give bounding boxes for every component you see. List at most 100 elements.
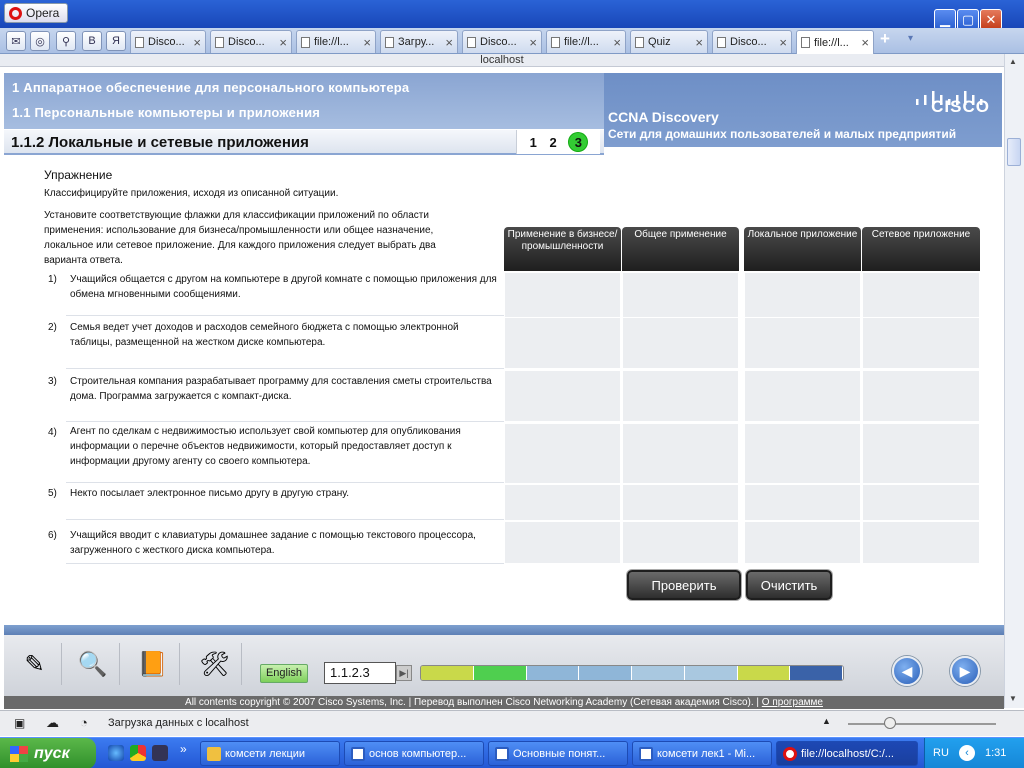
panel-toggle-icon[interactable]: ▣ [14, 716, 25, 730]
yandex-icon[interactable]: Я [106, 31, 126, 51]
check-button[interactable]: Проверить [627, 570, 741, 600]
answer-cell[interactable] [622, 484, 739, 521]
browser-tab[interactable]: file://l... × [546, 30, 626, 53]
tab-close-icon[interactable]: × [529, 35, 541, 50]
zoom-menu-icon[interactable]: ▲ [822, 716, 831, 726]
tab-close-icon[interactable]: × [279, 35, 291, 50]
tab-close-icon[interactable]: × [695, 35, 707, 50]
taskbar-item[interactable]: Основные понят... [488, 741, 628, 766]
browser-tab[interactable]: Disco... × [130, 30, 206, 53]
browser-tab[interactable]: file://l... × [296, 30, 376, 53]
scroll-down-arrow-icon[interactable]: ▼ [1009, 694, 1017, 703]
browser-tab-active[interactable]: file://l... × [796, 30, 874, 54]
opera-menu-button[interactable]: Opera [4, 3, 68, 23]
answer-cell[interactable] [862, 484, 980, 521]
answer-cell[interactable] [504, 370, 621, 422]
language-button[interactable]: English [260, 664, 308, 683]
zoom-slider[interactable] [848, 723, 996, 725]
search-widget-icon[interactable]: ⚲ [56, 31, 76, 51]
answer-cell[interactable] [622, 370, 739, 422]
clear-button[interactable]: Очистить [746, 570, 832, 600]
answer-cell[interactable] [862, 370, 980, 422]
progress-segment[interactable] [684, 666, 738, 680]
previous-page-arrow-icon[interactable]: ◀ [892, 656, 922, 686]
taskbar-item[interactable]: комсети лек1 - Mi... [632, 741, 772, 766]
answer-cell[interactable] [622, 272, 739, 320]
start-button[interactable]: пуск [0, 738, 96, 768]
answer-cell[interactable] [744, 317, 861, 369]
answer-cell[interactable] [862, 272, 980, 320]
cloud-icon[interactable]: ☁ [46, 715, 59, 731]
opera-link-icon[interactable]: ◎ [30, 31, 50, 51]
answer-cell[interactable] [862, 317, 980, 369]
mail-icon[interactable]: ✉ [6, 31, 26, 51]
tray-arrow-icon[interactable]: ‹ [959, 745, 975, 761]
browser-tab[interactable]: Quiz × [630, 30, 708, 53]
about-link[interactable]: О программе [762, 697, 823, 708]
page-icon [215, 36, 224, 48]
tab-close-icon[interactable]: × [193, 35, 205, 50]
speed-dial-gauge-icon[interactable]: ◔ [80, 715, 88, 730]
search-magnifier-icon[interactable]: 🔍 [66, 643, 120, 685]
browser-tab[interactable]: Disco... × [210, 30, 292, 53]
page-link-2[interactable]: 2 [549, 135, 556, 150]
taskbar-item[interactable]: основ компьютер... [344, 741, 484, 766]
taskbar-item[interactable]: комсети лекции [200, 741, 340, 766]
vertical-scrollbar[interactable]: ▲ ▼ [1004, 54, 1024, 708]
browser-tab[interactable]: Disco... × [712, 30, 792, 53]
progress-segment[interactable] [526, 666, 580, 680]
progress-segment[interactable] [737, 666, 791, 680]
go-to-section-icon[interactable]: ▶| [396, 665, 412, 681]
answer-cell[interactable] [744, 484, 861, 521]
answer-cell[interactable] [744, 272, 861, 320]
answer-cell[interactable] [622, 521, 739, 564]
browser-tab[interactable]: Загру... × [380, 30, 458, 53]
vk-icon[interactable]: B [82, 31, 102, 51]
answer-cell[interactable] [744, 521, 861, 564]
answer-cell[interactable] [622, 423, 739, 484]
section-number-input[interactable]: 1.1.2.3 [324, 662, 396, 684]
answer-cell[interactable] [504, 272, 621, 320]
maximize-button[interactable]: ▢ [957, 9, 979, 30]
chrome-icon[interactable] [130, 745, 146, 761]
tab-close-icon[interactable]: × [613, 35, 625, 50]
progress-segment[interactable] [421, 666, 474, 680]
answer-cell[interactable] [744, 423, 861, 484]
close-window-button[interactable]: ✕ [980, 9, 1002, 30]
minimize-button[interactable]: ▁ [934, 9, 956, 30]
tab-close-icon[interactable]: × [445, 35, 457, 50]
new-tab-button[interactable]: + [880, 29, 890, 49]
tab-close-icon[interactable]: × [861, 35, 873, 50]
progress-segment[interactable] [790, 666, 843, 680]
progress-segment[interactable] [473, 666, 527, 680]
page-link-current[interactable]: 3 [569, 133, 588, 151]
tab-list-chevron-icon[interactable]: ▾ [908, 33, 913, 44]
scrollbar-thumb[interactable] [1007, 138, 1021, 166]
answer-cell[interactable] [862, 423, 980, 484]
language-indicator[interactable]: RU [933, 747, 949, 759]
progress-segment[interactable] [579, 666, 632, 680]
tools-icon[interactable]: 🛠 [188, 643, 242, 685]
answer-cell[interactable] [504, 317, 621, 369]
book-icon[interactable]: 📙 [126, 643, 180, 685]
answer-cell[interactable] [744, 370, 861, 422]
media-player-icon[interactable] [152, 745, 168, 761]
answer-cell[interactable] [862, 521, 980, 564]
answer-cell[interactable] [622, 317, 739, 369]
zoom-slider-knob[interactable] [884, 717, 896, 729]
answer-cell[interactable] [504, 484, 621, 521]
answer-cell[interactable] [504, 521, 621, 564]
tab-close-icon[interactable]: × [779, 35, 791, 50]
answer-cell[interactable] [504, 423, 621, 484]
page-link-1[interactable]: 1 [530, 135, 537, 150]
tab-close-icon[interactable]: × [363, 35, 375, 50]
internet-explorer-icon[interactable] [108, 745, 124, 761]
scroll-up-arrow-icon[interactable]: ▲ [1009, 57, 1017, 66]
course-progress-bar[interactable] [420, 665, 844, 681]
browser-tab[interactable]: Disco... × [462, 30, 542, 53]
notes-icon[interactable]: ✎ [8, 643, 62, 685]
taskbar-item-active[interactable]: file://localhost/C:/... [776, 741, 918, 766]
more-quicklaunch-icon[interactable]: » [180, 742, 187, 756]
progress-segment[interactable] [632, 666, 685, 680]
next-page-arrow-icon[interactable]: ▶ [950, 656, 980, 686]
